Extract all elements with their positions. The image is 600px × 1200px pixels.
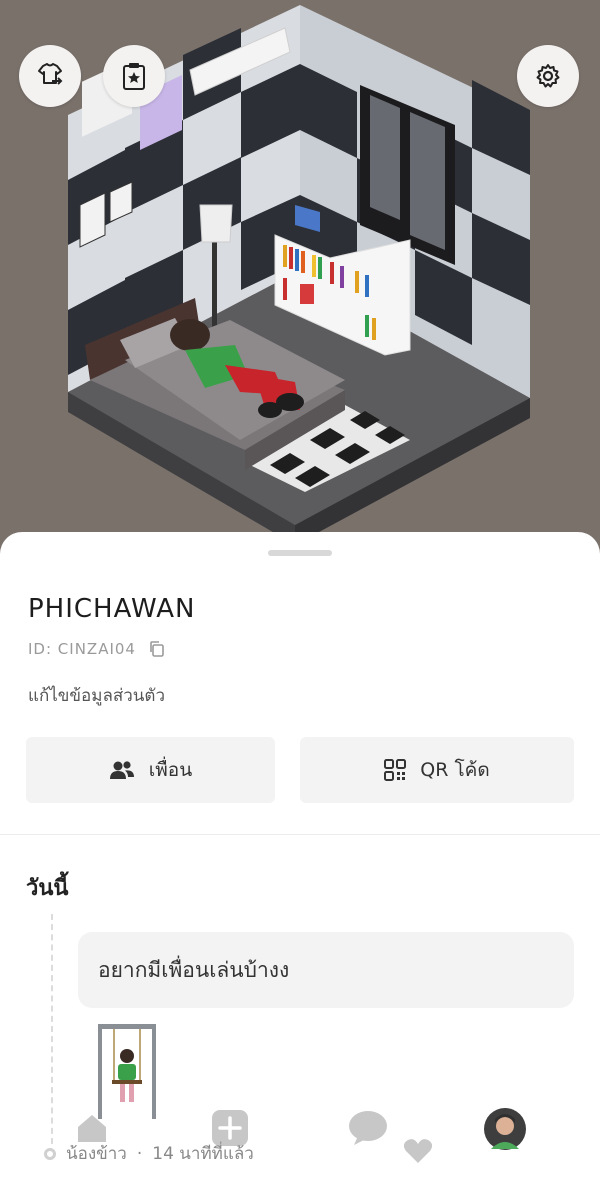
qr-code-icon xyxy=(384,759,407,781)
bottom-nav xyxy=(0,1100,600,1180)
nav-favorites[interactable] xyxy=(400,1136,436,1166)
nav-profile[interactable] xyxy=(482,1106,528,1152)
add-icon xyxy=(212,1110,248,1146)
clipboard-button[interactable] xyxy=(103,45,165,107)
friends-button-label: เพื่อน xyxy=(148,759,193,781)
heart-icon xyxy=(403,1139,433,1163)
edit-profile-link[interactable]: แก้ไขข้อมูลส่วนตัว xyxy=(28,682,165,709)
feed-section-title: วันนี้ xyxy=(26,876,69,901)
chat-icon xyxy=(349,1111,387,1145)
room-illustration xyxy=(68,5,530,545)
nav-home[interactable] xyxy=(72,1108,112,1148)
friends-button[interactable]: เพื่อน xyxy=(26,737,275,803)
post-bubble[interactable]: อยากมีเพื่อนเล่นบ้างง xyxy=(78,932,574,1008)
nav-add[interactable] xyxy=(210,1108,250,1148)
qr-code-button[interactable]: QR โค้ด xyxy=(300,737,574,803)
nav-chat[interactable] xyxy=(346,1108,390,1148)
home-icon xyxy=(78,1115,106,1142)
gear-icon xyxy=(536,64,560,88)
outfit-button[interactable] xyxy=(19,45,81,107)
profile-id-row: ID: CINZAI04 xyxy=(28,640,166,658)
qr-code-button-label: QR โค้ด xyxy=(420,759,490,781)
shirt-swap-icon xyxy=(38,63,63,85)
settings-button[interactable] xyxy=(517,45,579,107)
floor-lamp xyxy=(212,240,217,335)
copy-icon[interactable] xyxy=(148,640,166,658)
profile-id: ID: CINZAI04 xyxy=(28,640,136,658)
room-scene xyxy=(0,0,600,560)
friends-icon xyxy=(109,761,134,779)
clipboard-star-icon xyxy=(123,63,145,90)
section-divider xyxy=(0,834,600,835)
post-text: อยากมีเพื่อนเล่นบ้างง xyxy=(98,957,290,982)
profile-name: PHICHAWAN xyxy=(28,594,196,624)
profile-avatar xyxy=(484,1108,526,1150)
sheet-drag-handle[interactable] xyxy=(268,550,332,556)
